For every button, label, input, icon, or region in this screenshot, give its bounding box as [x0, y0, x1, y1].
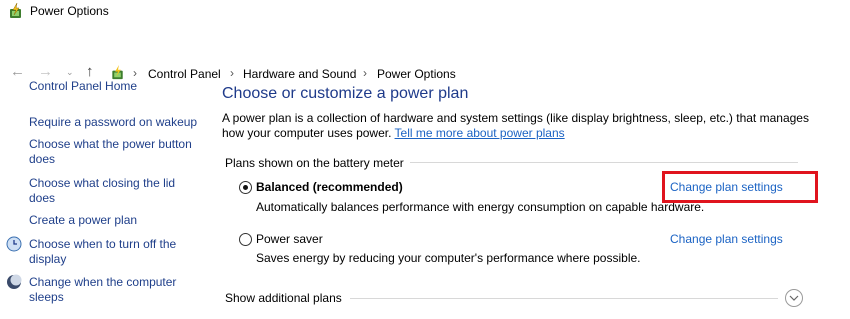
power-saver-plan-name[interactable]: Power saver [256, 232, 323, 246]
sidebar-link-line1[interactable]: Change when the computer [29, 275, 176, 290]
breadcrumb-control-panel[interactable]: Control Panel [148, 67, 221, 81]
description-line-2: how your computer uses power. Tell me mo… [222, 126, 822, 141]
sidebar-link-line2[interactable]: sleeps [29, 290, 64, 305]
breadcrumb-hardware-and-sound[interactable]: Hardware and Sound [243, 67, 356, 81]
description-text: how your computer uses power. [222, 126, 392, 140]
balanced-plan-description: Automatically balances performance with … [256, 200, 705, 214]
expand-additional-plans-button[interactable] [785, 289, 803, 307]
section-divider [410, 162, 798, 163]
address-bar: ← → ⌄ ↑ › Control Panel › Hardware and S… [0, 30, 850, 81]
power-saver-change-plan-settings-link[interactable]: Change plan settings [670, 232, 783, 246]
sidebar-link-line2[interactable]: does [29, 152, 55, 167]
breadcrumb-power-options[interactable]: Power Options [377, 67, 456, 81]
sidebar-link-line1[interactable]: Choose what closing the lid [29, 176, 175, 191]
power-options-icon [10, 3, 21, 18]
plan-description: A power plan is a collection of hardware… [222, 111, 822, 141]
plans-section-label: Plans shown on the battery meter [225, 156, 404, 170]
additional-plans-divider [350, 298, 778, 299]
page-title: Choose or customize a power plan [222, 85, 469, 102]
display-clock-icon [6, 236, 22, 252]
forward-arrow-icon[interactable]: → [38, 63, 53, 80]
sidebar-link-line2[interactable]: display [29, 252, 66, 267]
sidebar-link-line2[interactable]: does [29, 191, 55, 206]
radio-selected-dot [243, 185, 248, 190]
description-line: A power plan is a collection of hardware… [222, 111, 809, 125]
balanced-radio[interactable] [239, 181, 252, 194]
breadcrumb-separator-icon[interactable]: › [363, 66, 367, 80]
show-additional-plans-label[interactable]: Show additional plans [225, 291, 342, 305]
sidebar-link-line1[interactable]: Choose when to turn off the [29, 237, 176, 252]
require-password-link[interactable]: Require a password on wakeup [29, 115, 197, 130]
breadcrumb-separator-icon: › [133, 66, 137, 80]
highlight-annotation-box [662, 171, 818, 203]
up-arrow-icon[interactable]: ↑ [86, 63, 94, 80]
create-power-plan-link[interactable]: Create a power plan [29, 213, 137, 228]
sidebar-link-line1[interactable]: Choose what the power button [29, 137, 192, 152]
recent-locations-chevron-icon[interactable]: ⌄ [66, 67, 74, 78]
window-title: Power Options [30, 4, 109, 18]
control-panel-home-link[interactable]: Control Panel Home [29, 79, 137, 94]
sleep-moon-icon [7, 274, 22, 289]
chevron-down-icon [789, 295, 799, 301]
balanced-plan-name[interactable]: Balanced (recommended) [256, 180, 403, 194]
breadcrumb-separator-icon[interactable]: › [230, 66, 234, 80]
power-saver-radio[interactable] [239, 233, 252, 246]
back-arrow-icon[interactable]: ← [10, 63, 25, 80]
title-bar: Power Options [0, 0, 850, 26]
tell-me-more-link[interactable]: Tell me more about power plans [395, 126, 565, 140]
power-saver-plan-description: Saves energy by reducing your computer's… [256, 251, 641, 265]
